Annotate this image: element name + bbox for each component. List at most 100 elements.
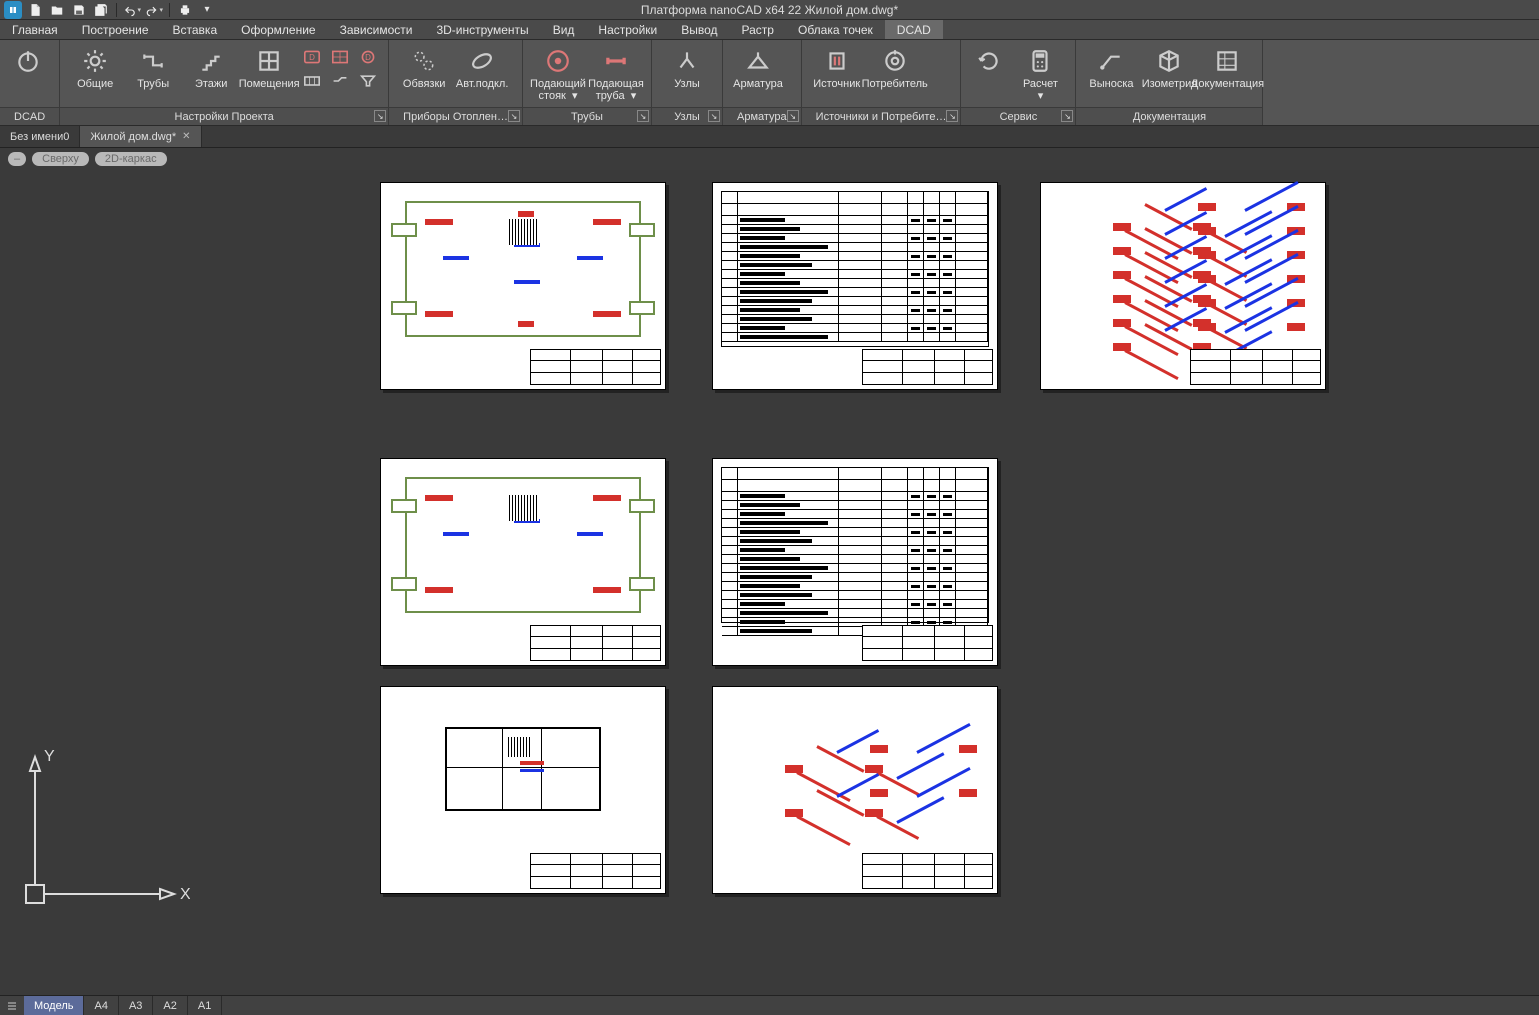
button-label: Выноска — [1089, 78, 1133, 90]
dialog-launcher-icon[interactable]: ↘ — [946, 110, 958, 122]
menu-tab-настройки[interactable]: Настройки — [586, 20, 669, 39]
sheet-plan-1 — [380, 182, 666, 390]
ucs-axes-icon: X Y — [20, 745, 190, 915]
menu-tab-оформление[interactable]: Оформление — [229, 20, 327, 39]
dialog-launcher-icon[interactable]: ↘ — [374, 110, 386, 122]
ribbon-group-fittings: АрматураАрматура↘ — [723, 40, 802, 125]
menu-tab-вывод[interactable]: Вывод — [669, 20, 729, 39]
layout-tab-a4[interactable]: A4 — [84, 996, 118, 1015]
separator — [116, 3, 117, 17]
layout-tab-a2[interactable]: A2 — [153, 996, 187, 1015]
document-tab[interactable]: Жилой дом.dwg*✕ — [80, 126, 201, 147]
dialog-launcher-icon[interactable]: ↘ — [787, 110, 799, 122]
ribbon-group-title: Приборы Отоплен…↘ — [389, 107, 522, 125]
layout-tab-модель[interactable]: Модель — [24, 996, 84, 1015]
помещения-button[interactable]: Помещения — [240, 44, 298, 92]
источник-button[interactable]: Источник — [808, 44, 866, 92]
duct-icon[interactable] — [326, 70, 354, 92]
button-label: Подающая труба ▾ — [588, 78, 644, 102]
calc-icon — [1025, 46, 1055, 76]
app-icon[interactable] — [4, 1, 22, 19]
menu-tab-3d-инструменты[interactable]: 3D-инструменты — [424, 20, 540, 39]
layout-tabs: МодельA4A3A2A1 — [0, 995, 1539, 1015]
quick-access-toolbar: ▾ ▾ ▾ — [26, 1, 216, 19]
ribbon-group-title: Источники и Потребите…↘ — [802, 107, 961, 125]
расчет-button[interactable]: Расчет ▾ — [1011, 44, 1069, 104]
layout-tab-a1[interactable]: A1 — [188, 996, 222, 1015]
undo-icon[interactable]: ▾ — [123, 1, 141, 19]
leader-icon — [1096, 46, 1126, 76]
трубы-button[interactable]: Трубы — [124, 44, 182, 92]
арматура-button[interactable]: Арматура — [729, 44, 787, 92]
wall-icon[interactable] — [298, 70, 326, 92]
ribbon-group-project: ОбщиеТрубыЭтажиПомещенияDDНастройки Прое… — [60, 40, 389, 125]
document-tab[interactable]: Без имени0 — [0, 126, 80, 147]
view-pill[interactable]: Сверху — [32, 152, 89, 166]
узлы-button[interactable]: Узлы — [658, 44, 716, 92]
авт-подкл--button[interactable]: Авт.подкл. — [453, 44, 511, 92]
power-button[interactable] — [6, 44, 50, 78]
refresh-button[interactable] — [967, 44, 1011, 78]
rooms-icon — [254, 46, 284, 76]
menu-tab-построение[interactable]: Построение — [70, 20, 161, 39]
button-label: Этажи — [195, 78, 227, 90]
потребитель-button[interactable]: Потребитель — [866, 44, 924, 92]
документация-button[interactable]: Документация — [1198, 44, 1256, 92]
ribbon: DCADОбщиеТрубыЭтажиПомещенияDDНастройки … — [0, 40, 1539, 126]
menu-tab-зависимости[interactable]: Зависимости — [328, 20, 425, 39]
redo-icon[interactable]: ▾ — [145, 1, 163, 19]
подающая-button[interactable]: Подающая труба ▾ — [587, 44, 645, 104]
ribbon-group-sources: ИсточникПотребитель Источники и Потребите… — [802, 40, 962, 125]
heater-d-icon[interactable]: D — [298, 46, 326, 68]
button-label: Авт.подкл. — [456, 78, 508, 90]
separator — [169, 3, 170, 17]
dialog-launcher-icon[interactable]: ↘ — [708, 110, 720, 122]
ucs-x-label: X — [180, 886, 190, 903]
menu-tab-вставка[interactable]: Вставка — [161, 20, 230, 39]
new-file-icon[interactable] — [26, 1, 44, 19]
ribbon-group-nodes: УзлыУзлы↘ — [652, 40, 723, 125]
layout-list-icon[interactable] — [0, 996, 24, 1015]
view-pill-row: –Сверху 2D-каркас — [0, 148, 1539, 170]
table-icon — [1212, 46, 1242, 76]
dialog-launcher-icon[interactable]: ↘ — [1061, 110, 1073, 122]
filter-d-icon[interactable]: D — [354, 46, 382, 68]
qat-overflow-icon[interactable]: ▾ — [198, 1, 216, 19]
общие-button[interactable]: Общие — [66, 44, 124, 92]
view-pill[interactable]: 2D-каркас — [95, 152, 167, 166]
dialog-launcher-icon[interactable]: ↘ — [637, 110, 649, 122]
menu-tab-растр[interactable]: Растр — [730, 20, 786, 39]
обвязки-button[interactable]: Обвязки — [395, 44, 453, 92]
view-pill[interactable]: – — [8, 152, 26, 166]
button-label: Изометрия — [1142, 78, 1198, 90]
drawing-canvas[interactable]: X Y — [0, 170, 1539, 995]
close-icon[interactable]: ✕ — [182, 131, 190, 142]
grid-d-icon[interactable] — [326, 46, 354, 68]
isometry-icon — [1154, 46, 1184, 76]
save-all-icon[interactable] — [92, 1, 110, 19]
refresh-icon — [974, 46, 1004, 76]
layout-tab-a3[interactable]: A3 — [119, 996, 153, 1015]
ribbon-group-title: Настройки Проекта↘ — [60, 107, 388, 125]
этажи-button[interactable]: Этажи — [182, 44, 240, 92]
save-icon[interactable] — [70, 1, 88, 19]
source-icon — [822, 46, 852, 76]
print-icon[interactable] — [176, 1, 194, 19]
изометрия-button[interactable]: Изометрия — [1140, 44, 1198, 92]
выноска-button[interactable]: Выноска — [1082, 44, 1140, 92]
open-file-icon[interactable] — [48, 1, 66, 19]
подающий-button[interactable]: Подающий стояк ▾ — [529, 44, 587, 104]
menu-tab-вид[interactable]: Вид — [541, 20, 587, 39]
button-label: Потребитель — [862, 78, 928, 90]
ribbon-group-service: Расчет ▾Сервис↘ — [961, 40, 1076, 125]
menu-tab-dcad[interactable]: DCAD — [885, 20, 943, 39]
button-label: Общие — [77, 78, 113, 90]
button-label: Подающий стояк ▾ — [530, 78, 586, 102]
ribbon-group-title: Документация — [1076, 107, 1262, 125]
binding-icon — [409, 46, 439, 76]
menu-tab-облака точек[interactable]: Облака точек — [786, 20, 885, 39]
dialog-launcher-icon[interactable]: ↘ — [508, 110, 520, 122]
ribbon-group-title: DCAD — [0, 107, 59, 125]
menu-tab-главная[interactable]: Главная — [0, 20, 70, 39]
funnel-icon[interactable] — [354, 70, 382, 92]
